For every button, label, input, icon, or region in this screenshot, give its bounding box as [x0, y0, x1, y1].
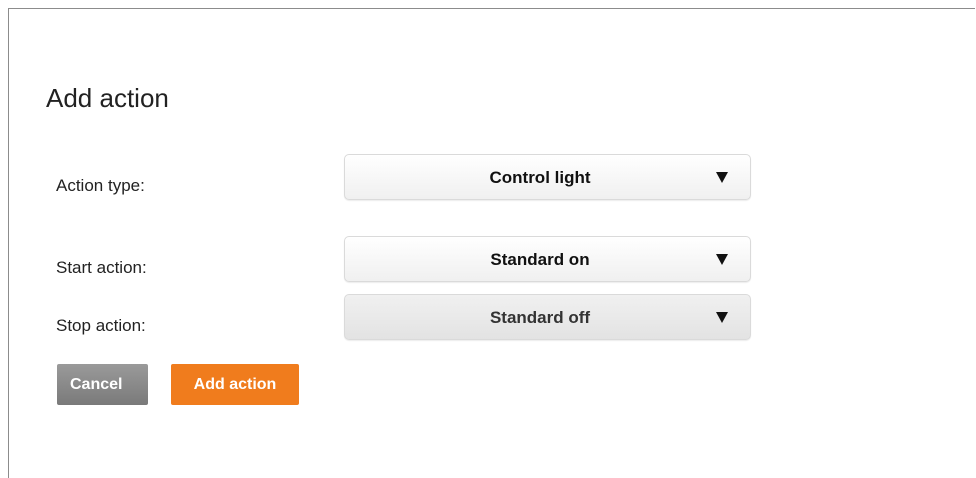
start-action-select[interactable]: Standard on	[344, 236, 751, 282]
triangle-down-icon	[716, 172, 728, 183]
action-type-select[interactable]: Control light	[344, 154, 751, 200]
stop-action-label: Stop action:	[56, 316, 146, 335]
triangle-down-icon	[716, 254, 728, 265]
stop-action-value: Standard off	[489, 308, 591, 327]
action-type-value: Control light	[489, 168, 591, 187]
triangle-down-icon	[716, 312, 728, 323]
stop-action-select[interactable]: Standard off	[344, 294, 751, 340]
dialog-title: Add action	[46, 83, 169, 113]
cancel-button[interactable]: Cancel	[57, 364, 148, 405]
add-action-button[interactable]: Add action	[171, 364, 299, 405]
start-action-value: Standard on	[490, 250, 590, 269]
action-type-label: Action type:	[56, 176, 145, 195]
start-action-label: Start action:	[56, 258, 147, 277]
add-action-dialog: Add action Action type: Control light St…	[8, 8, 975, 478]
